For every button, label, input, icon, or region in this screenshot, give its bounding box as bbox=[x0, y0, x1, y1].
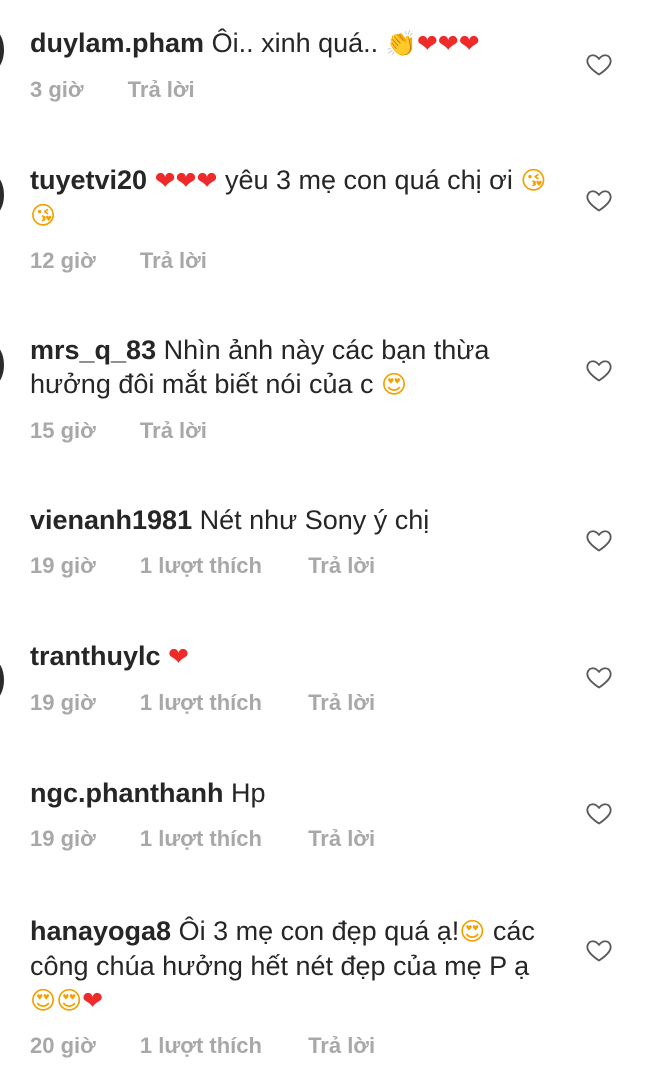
heart-emoji: ❤ bbox=[82, 986, 104, 1015]
avatar[interactable] bbox=[0, 175, 4, 215]
avatar[interactable] bbox=[0, 660, 4, 700]
like-count[interactable]: 1 lượt thích bbox=[140, 826, 262, 852]
comment-username[interactable]: mrs_q_83 bbox=[30, 335, 156, 365]
heart-eyes-emoji: 😍 bbox=[459, 917, 486, 946]
comment-meta: 15 giờ Trả lời bbox=[30, 418, 207, 444]
comment-time: 3 giờ bbox=[30, 77, 84, 102]
like-count[interactable]: 1 lượt thích bbox=[140, 553, 262, 579]
reply-button[interactable]: Trả lời bbox=[308, 826, 375, 852]
comment-username[interactable]: duylam.pham bbox=[30, 28, 204, 58]
comment-time: 19 giờ bbox=[30, 826, 96, 851]
comment-body: vienanh1981 Nét như Sony ý chị bbox=[30, 503, 570, 537]
heart-outline-icon[interactable] bbox=[585, 526, 613, 554]
comment-username[interactable]: hanayoga8 bbox=[30, 916, 171, 946]
heart-emoji: ❤ bbox=[175, 166, 197, 195]
reply-button[interactable]: Trả lời bbox=[308, 553, 375, 579]
comment-text: Hp bbox=[231, 778, 266, 808]
comment-meta: 19 giờ 1 lượt thích Trả lời bbox=[30, 553, 375, 579]
like-count[interactable]: 1 lượt thích bbox=[140, 1033, 262, 1059]
comment-text: Nét như Sony ý chị bbox=[199, 505, 430, 535]
heart-outline-icon[interactable] bbox=[585, 663, 613, 691]
comment-username[interactable]: tranthuylc bbox=[30, 641, 161, 671]
like-count[interactable]: 1 lượt thích bbox=[140, 690, 262, 716]
comment-meta: 19 giờ 1 lượt thích Trả lời bbox=[30, 690, 375, 716]
heart-outline-icon[interactable] bbox=[585, 186, 613, 214]
reply-button[interactable]: Trả lời bbox=[140, 418, 207, 444]
heart-emoji: ❤ bbox=[196, 166, 218, 195]
comment-time: 15 giờ bbox=[30, 418, 96, 443]
heart-emoji: ❤ bbox=[416, 29, 438, 58]
heart-eyes-emoji: 😍 bbox=[30, 986, 57, 1015]
comment-text: yêu 3 mẹ con quá chị ơi bbox=[224, 165, 513, 195]
comment-time: 19 giờ bbox=[30, 553, 96, 578]
kissing-face-emoji: 😘 bbox=[30, 201, 57, 230]
heart-outline-icon[interactable] bbox=[585, 50, 613, 78]
avatar[interactable] bbox=[0, 345, 4, 385]
heart-emoji: ❤ bbox=[437, 29, 459, 58]
comment-meta: 20 giờ 1 lượt thích Trả lời bbox=[30, 1033, 375, 1059]
comment-body: duylam.pham Ôi.. xinh quá.. 👏❤❤❤ bbox=[30, 26, 570, 61]
heart-eyes-emoji: 😍 bbox=[381, 370, 408, 399]
heart-outline-icon[interactable] bbox=[585, 356, 613, 384]
heart-outline-icon[interactable] bbox=[585, 799, 613, 827]
comment-text: Ôi 3 mẹ con đẹp quá ạ! bbox=[178, 916, 460, 946]
comment-body: mrs_q_83 Nhìn ảnh này các bạn thừa hưởng… bbox=[30, 333, 530, 402]
comment-time: 19 giờ bbox=[30, 690, 96, 715]
heart-emoji: ❤ bbox=[458, 29, 480, 58]
comment-time: 12 giờ bbox=[30, 248, 96, 273]
comment-username[interactable]: ngc.phanthanh bbox=[30, 778, 223, 808]
clapping-hands-emoji: 👏 bbox=[385, 29, 417, 58]
heart-outline-icon[interactable] bbox=[585, 936, 613, 964]
comment-username[interactable]: tuyetvi20 bbox=[30, 165, 147, 195]
comment-text: Ôi.. xinh quá.. bbox=[211, 28, 379, 58]
reply-button[interactable]: Trả lời bbox=[308, 1033, 375, 1059]
comment-meta: 12 giờ Trả lời bbox=[30, 248, 207, 274]
heart-emoji: ❤ bbox=[154, 166, 176, 195]
comment-body: hanayoga8 Ôi 3 mẹ con đẹp quá ạ!😍 các cô… bbox=[30, 914, 550, 1018]
comment-body: ngc.phanthanh Hp bbox=[30, 776, 570, 810]
heart-eyes-emoji: 😍 bbox=[56, 986, 83, 1015]
kissing-face-emoji: 😘 bbox=[520, 166, 547, 195]
reply-button[interactable]: Trả lời bbox=[140, 248, 207, 274]
comment-username[interactable]: vienanh1981 bbox=[30, 505, 192, 535]
comment-meta: 19 giờ 1 lượt thích Trả lời bbox=[30, 826, 375, 852]
reply-button[interactable]: Trả lời bbox=[128, 77, 195, 103]
reply-button[interactable]: Trả lời bbox=[308, 690, 375, 716]
heart-emoji: ❤ bbox=[168, 642, 189, 671]
comment-time: 20 giờ bbox=[30, 1033, 96, 1058]
avatar[interactable] bbox=[0, 30, 4, 70]
comment-body: tuyetvi20 ❤❤❤ yêu 3 mẹ con quá chị ơi 😘😘 bbox=[30, 163, 570, 233]
comment-body: tranthuylc ❤ bbox=[30, 639, 570, 674]
comment-meta: 3 giờ Trả lời bbox=[30, 77, 195, 103]
